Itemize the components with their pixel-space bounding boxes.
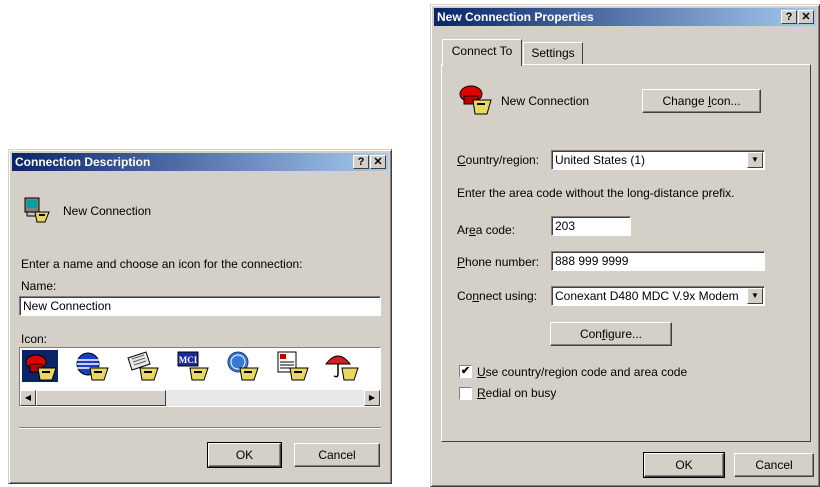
icon-picker[interactable]: MCI ◀ ▶ bbox=[19, 347, 381, 407]
cancel-button[interactable]: Cancel bbox=[294, 443, 380, 467]
icon-label: Icon: bbox=[21, 332, 48, 346]
help-button[interactable]: ? bbox=[781, 10, 797, 24]
arrow-right-icon: ▶ bbox=[368, 393, 376, 402]
connect-using-value: Conexant D480 MDC V.9x Modem bbox=[555, 289, 739, 303]
use-country-code-label: Use country/region code and area code bbox=[477, 365, 687, 379]
close-button[interactable]: ✕ bbox=[798, 10, 814, 24]
umbrella-icon[interactable] bbox=[324, 350, 360, 382]
fax-icon[interactable] bbox=[124, 350, 160, 382]
redial-on-busy-label: Redial on busy bbox=[477, 386, 556, 400]
area-accel: e bbox=[469, 223, 476, 237]
icon-scrollbar[interactable]: ◀ ▶ bbox=[20, 390, 380, 406]
ge-icon[interactable] bbox=[224, 350, 260, 382]
globe-icon[interactable] bbox=[74, 350, 110, 382]
phone-label-text: hone number: bbox=[465, 255, 540, 269]
country-label-text: ountry/region: bbox=[465, 153, 540, 167]
chevron-down-icon[interactable]: ▼ bbox=[747, 288, 763, 304]
area-code-label: Area code: bbox=[457, 223, 515, 237]
configure-label-b: igure... bbox=[605, 327, 643, 341]
change-icon-button[interactable]: Change Icon... bbox=[642, 89, 761, 113]
document-icon[interactable] bbox=[274, 350, 310, 382]
area-code-input[interactable]: 203 bbox=[551, 216, 631, 236]
area-label-b: a code: bbox=[475, 223, 516, 237]
connect-using-label: Connect using: bbox=[457, 289, 537, 303]
ok-button[interactable]: OK bbox=[643, 452, 725, 478]
change-icon-label: Change bbox=[662, 94, 708, 108]
divider bbox=[19, 427, 381, 429]
scroll-right-button[interactable]: ▶ bbox=[364, 390, 380, 406]
connect-using-select[interactable]: Conexant D480 MDC V.9x Modem ▼ bbox=[551, 286, 765, 306]
chevron-down-icon[interactable]: ▼ bbox=[747, 152, 763, 168]
arrow-left-icon: ◀ bbox=[24, 393, 32, 402]
connection-description-dialog: Connection Description ? ✕ New Connectio… bbox=[8, 149, 392, 484]
country-value: United States (1) bbox=[555, 153, 646, 167]
name-input[interactable]: New Connection bbox=[19, 296, 381, 316]
scroll-thumb[interactable] bbox=[36, 390, 166, 406]
phone-icon[interactable] bbox=[22, 350, 58, 382]
configure-button[interactable]: Configure... bbox=[550, 322, 672, 346]
area-label-a: Ar bbox=[457, 223, 469, 237]
country-select[interactable]: United States (1) ▼ bbox=[551, 150, 765, 170]
connection-name-text: New Connection bbox=[501, 94, 590, 108]
tab-connect-to[interactable]: Connect To bbox=[442, 39, 522, 66]
redial-text: edial on busy bbox=[485, 386, 557, 400]
mci-icon[interactable]: MCI bbox=[174, 350, 210, 382]
redial-on-busy-checkbox[interactable] bbox=[459, 387, 472, 400]
phone-number-input[interactable]: 888 999 9999 bbox=[551, 251, 765, 271]
country-label: Country/region: bbox=[457, 153, 539, 167]
connect-label-b: nect using: bbox=[479, 289, 538, 303]
cancel-button[interactable]: Cancel bbox=[734, 453, 814, 477]
area-code-hint: Enter the area code without the long-dis… bbox=[457, 186, 735, 200]
help-button[interactable]: ? bbox=[353, 155, 369, 169]
title-bar: Connection Description ? ✕ bbox=[12, 153, 388, 171]
connection-icon bbox=[457, 82, 493, 116]
dialog-title: Connection Description bbox=[15, 155, 151, 169]
country-accel: C bbox=[457, 153, 466, 167]
use-country-code-checkbox[interactable]: ✔ bbox=[459, 365, 472, 378]
connection-name-text: New Connection bbox=[63, 204, 152, 218]
name-label: Name: bbox=[21, 279, 57, 293]
dialog-title: New Connection Properties bbox=[437, 10, 594, 24]
connection-icon bbox=[23, 196, 51, 224]
phone-number-label: Phone number: bbox=[457, 255, 539, 269]
tab-settings[interactable]: Settings bbox=[523, 42, 583, 64]
close-button[interactable]: ✕ bbox=[370, 155, 386, 169]
ok-button[interactable]: OK bbox=[207, 442, 282, 468]
configure-label-a: Con bbox=[579, 327, 602, 341]
scroll-left-button[interactable]: ◀ bbox=[20, 390, 36, 406]
use-country-text: se country/region code and area code bbox=[485, 365, 688, 379]
mci-logo-text: MCI bbox=[179, 355, 198, 365]
connect-label-a: Co bbox=[457, 289, 473, 303]
use-country-accel: U bbox=[477, 365, 486, 379]
change-icon-label-rest: con... bbox=[711, 94, 741, 108]
phone-accel: P bbox=[457, 255, 466, 269]
redial-accel: R bbox=[477, 386, 486, 400]
new-connection-properties-dialog: New Connection Properties ? ✕ Connect To… bbox=[430, 4, 820, 487]
prompt-text: Enter a name and choose an icon for the … bbox=[21, 257, 303, 271]
title-bar: New Connection Properties ? ✕ bbox=[434, 8, 816, 26]
